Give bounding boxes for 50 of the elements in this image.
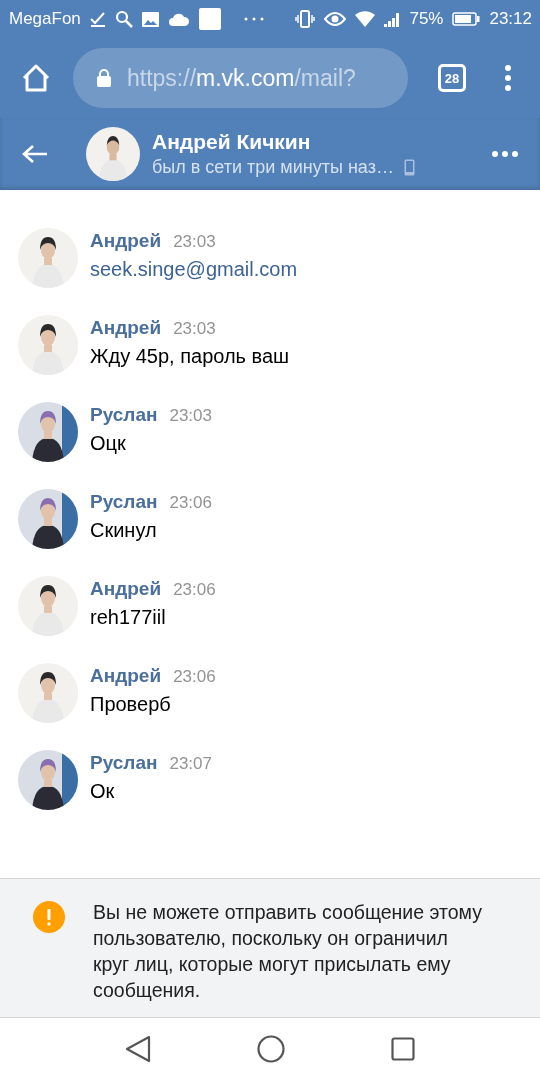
message-text: reh177iil: [90, 606, 167, 629]
address-bar[interactable]: https://m.vk.com/mail?: [73, 48, 408, 108]
home-icon[interactable]: [257, 1035, 285, 1063]
vibrate-icon: [295, 10, 316, 28]
message-text: Проверб: [90, 693, 172, 716]
sender-name[interactable]: Андрей: [90, 665, 162, 687]
menu-icon[interactable]: [504, 65, 512, 91]
message-time: 23:06: [169, 493, 212, 513]
battery-percent: 75%: [409, 9, 444, 29]
message-text: Жду 45р, пароль ваш: [90, 345, 290, 368]
battery-icon: [452, 12, 481, 26]
eye-icon: [324, 11, 347, 27]
check-icon: [89, 11, 106, 27]
sender-name[interactable]: Руслан: [90, 404, 158, 426]
sender-name[interactable]: Андрей: [90, 317, 162, 339]
phone-icon: [403, 159, 415, 176]
cloud-icon: [167, 12, 190, 26]
message-time: 23:03: [173, 319, 216, 339]
sender-name[interactable]: Андрей: [90, 230, 162, 252]
notice-text: Вы не можете отправить сообщение этому пользователю, поскольку он ограничил круг лиц, которые могут присылать ему сообщения.: [93, 900, 483, 1003]
online-status: был в сети три минуты наз…: [152, 157, 394, 178]
message-time: 23:07: [169, 754, 212, 774]
email-link[interactable]: seek.singe@gmail.com: [90, 258, 298, 281]
sender-name[interactable]: Руслан: [90, 491, 158, 513]
message-text: Скинул: [90, 519, 158, 542]
recents-icon[interactable]: [391, 1037, 415, 1061]
message-time: 23:06: [173, 580, 216, 600]
message-text: Ок: [90, 780, 116, 803]
more-icon[interactable]: [492, 151, 518, 157]
wifi-icon: [355, 11, 376, 27]
lock-icon: [97, 69, 111, 87]
sender-name[interactable]: Руслан: [90, 752, 158, 774]
square-icon: [198, 8, 221, 30]
tab-count-button[interactable]: 28: [438, 64, 466, 92]
warning-icon: [33, 901, 65, 933]
message-time: 23:03: [169, 406, 212, 426]
message-text: Оцк: [90, 432, 127, 455]
more-icon: [243, 17, 264, 21]
back-arrow-icon[interactable]: [22, 144, 48, 164]
message-time: 23:06: [173, 667, 216, 687]
clock: 23:12: [489, 9, 532, 29]
contact-name: Андрей Кичкин: [152, 130, 312, 154]
message-time: 23:03: [173, 232, 216, 252]
sender-name[interactable]: Андрей: [90, 578, 162, 600]
search-icon: [114, 10, 133, 28]
image-icon: [141, 11, 159, 27]
signal-icon: [384, 11, 401, 27]
back-icon[interactable]: [125, 1035, 151, 1063]
url-text: https://m.vk.com/mail?: [127, 64, 356, 92]
carrier-name: MegaFon: [9, 9, 81, 29]
